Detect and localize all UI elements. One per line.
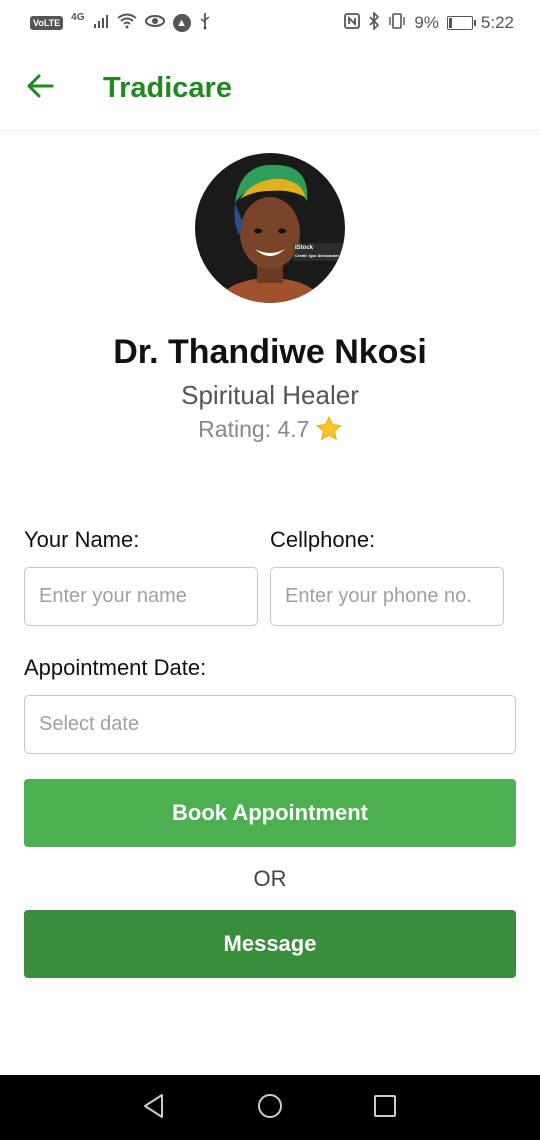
back-button[interactable] [22, 70, 58, 106]
eye-icon [144, 13, 165, 34]
watermark-credit: Credit: Igor Alecsander [295, 253, 340, 258]
nav-back-button[interactable] [139, 1093, 169, 1123]
nfc-icon [344, 12, 361, 34]
date-input[interactable] [24, 695, 516, 754]
battery-icon [446, 16, 476, 30]
avatar-portrait [195, 153, 345, 303]
nav-recents-button[interactable] [370, 1093, 400, 1123]
specialty: Spiritual Healer [181, 380, 359, 410]
system-nav-bar [0, 1075, 540, 1140]
star-icon [315, 416, 342, 442]
recents-square-icon [373, 1094, 397, 1123]
bluetooth-icon [368, 10, 380, 35]
phone-input[interactable] [270, 567, 504, 626]
or-divider: OR [253, 866, 287, 891]
status-right: 9% 5:22 [344, 10, 514, 35]
doctor-name: Dr. Thandiwe Nkosi [113, 333, 427, 371]
date-label: Appointment Date: [24, 655, 207, 680]
avatar: iStock Credit: Igor Alecsander [195, 153, 345, 303]
avatar-watermark: iStock Credit: Igor Alecsander [295, 245, 339, 259]
rating-text: Rating: 4.7 [198, 416, 310, 442]
screen: VoLTE 4G ▲ 9% 5:22 Tradicare iStock Cred… [0, 0, 540, 1140]
name-label: Your Name: [24, 527, 140, 552]
app-bar: Tradicare [0, 46, 540, 131]
usb-icon [199, 12, 211, 35]
status-left: VoLTE 4G ▲ [30, 12, 211, 35]
phone-label: Cellphone: [270, 527, 376, 552]
arrow-left-icon [26, 74, 54, 103]
home-circle-icon [256, 1092, 284, 1125]
message-button[interactable]: Message [24, 910, 516, 978]
volte-icon: VoLTE [30, 16, 64, 30]
vibrate-icon [388, 12, 406, 34]
battery-percent: 9% [414, 13, 439, 32]
status-time: 5:22 [480, 13, 514, 32]
back-triangle-icon [142, 1093, 166, 1124]
nav-home-button[interactable] [255, 1093, 285, 1123]
wifi-icon [116, 13, 137, 34]
app-title: Tradicare [103, 72, 232, 104]
name-input[interactable] [24, 567, 258, 626]
status-bar: VoLTE 4G ▲ 9% 5:22 [0, 0, 540, 46]
app-icon: ▲ [172, 14, 191, 32]
watermark-brand: iStock [295, 245, 314, 251]
book-appointment-button[interactable]: Book Appointment [24, 779, 516, 847]
signal-icon [93, 13, 109, 34]
network-type: 4G [71, 11, 85, 23]
rating: Rating: 4.7 [0, 416, 540, 443]
